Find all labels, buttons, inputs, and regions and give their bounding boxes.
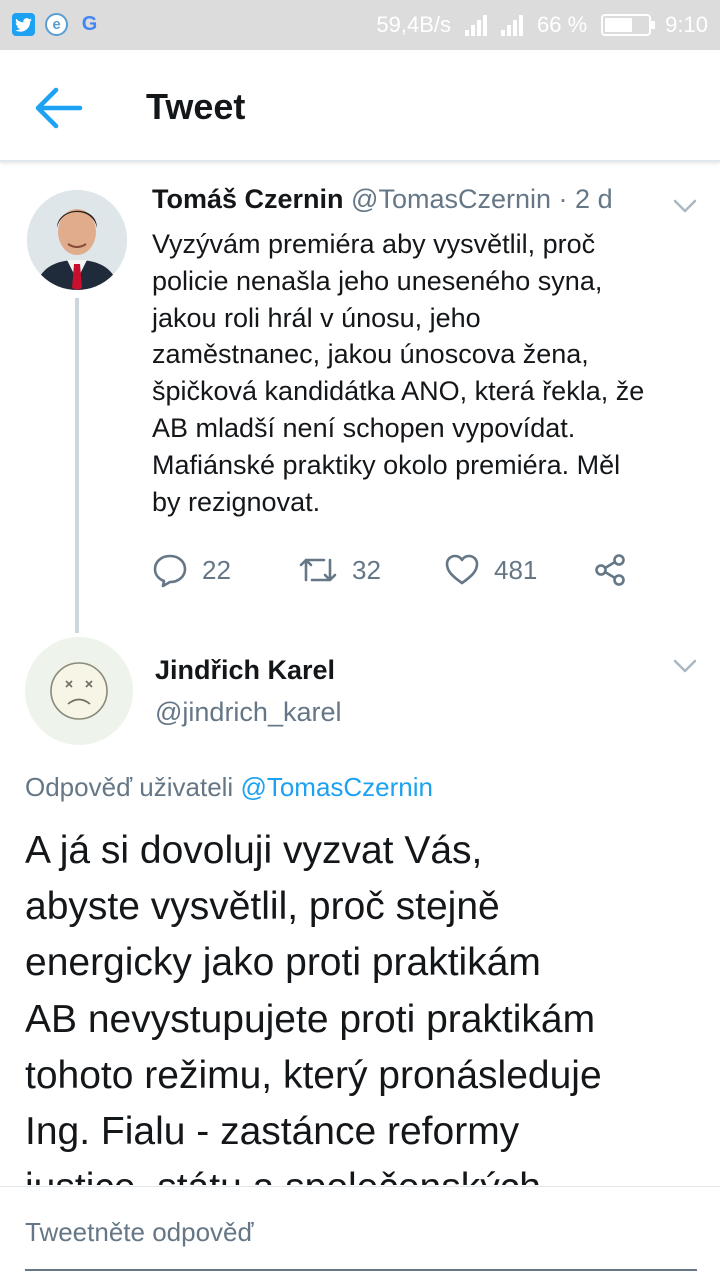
- google-icon: G: [81, 13, 98, 35]
- back-button[interactable]: [32, 86, 84, 130]
- reply-icon: [153, 554, 187, 588]
- page-title: Tweet: [146, 86, 246, 127]
- tweet-time: 2 d: [575, 184, 613, 214]
- tweet-actions: 22 32 481: [152, 552, 652, 596]
- person-avatar-icon: [27, 190, 127, 290]
- app-header: Tweet: [0, 50, 720, 162]
- tweet-text-line: by rezignovat.: [152, 486, 321, 517]
- reply-text: A já si dovoluji vyzvat Vás, abyste vysv…: [25, 823, 705, 1185]
- tweet-text-line: policie nenašla jeho uneseného syna,: [152, 265, 603, 296]
- author-handle[interactable]: @TomasCzernin: [351, 184, 551, 214]
- reply-text-line: justice, státu a společenských: [25, 1160, 705, 1185]
- reply-text-container: A já si dovoluji vyzvat Vás, abyste vysv…: [25, 823, 705, 1185]
- sick-face-avatar-icon: [27, 639, 131, 743]
- separator-dot: ·: [558, 184, 568, 214]
- tweet-text-line: zaměstnanec, jakou únoscova žena,: [152, 339, 589, 370]
- notification-icons: e G: [12, 13, 101, 36]
- tweet-header: Tomáš Czernin @TomasCzernin · 2 d: [152, 184, 613, 215]
- replying-to: Odpověď uživateli @TomasCzernin: [25, 772, 433, 803]
- system-indicators: 59,4B/s 66 % 9:10: [376, 12, 708, 38]
- replying-to-mention[interactable]: @TomasCzernin: [240, 772, 433, 802]
- compose-reply-input[interactable]: Tweetněte odpověď: [25, 1217, 253, 1248]
- reply-text-line: tohoto režimu, který pronásleduje: [25, 1053, 602, 1097]
- author-avatar[interactable]: [27, 190, 127, 290]
- arrow-left-icon: [35, 87, 83, 129]
- reply-author-handle[interactable]: @jindrich_karel: [155, 697, 341, 728]
- reply-author-avatar[interactable]: [25, 637, 133, 745]
- chevron-down-icon[interactable]: [673, 199, 697, 213]
- author-name[interactable]: Tomáš Czernin: [152, 184, 344, 214]
- reply-text-line: AB nevystupujete proti praktikám: [25, 997, 596, 1041]
- reply-chevron-down-icon[interactable]: [673, 659, 697, 673]
- like-button[interactable]: 481: [444, 552, 537, 588]
- tweet-text-line: Vyzývám premiéra aby vysvětlil, proč: [152, 229, 596, 259]
- thread-connector: [75, 298, 79, 633]
- status-bar: e G 59,4B/s 66 % 9:10: [0, 0, 720, 50]
- e-icon: e: [45, 13, 68, 36]
- reply-button[interactable]: 22: [152, 552, 231, 588]
- tweet-text-line: jakou roli hrál v únosu, jeho: [152, 302, 481, 333]
- replying-to-label: Odpověď uživateli: [25, 772, 234, 802]
- share-button[interactable]: [592, 552, 628, 588]
- reply-text-line: A já si dovoluji vyzvat Vás,: [25, 829, 483, 872]
- tweet-text-line: špičková kandidátka ANO, která řekla, že: [152, 376, 645, 407]
- tweet-text-line: AB mladší není schopen vypovídat.: [152, 412, 576, 443]
- heart-icon: [445, 554, 479, 585]
- battery-percent: 66 %: [537, 12, 588, 37]
- signal-icon-2: [501, 14, 524, 36]
- reply-count: 22: [202, 554, 231, 585]
- retweet-icon: [299, 558, 337, 582]
- tweet-text-line: Mafiánské praktiky okolo premiéra. Měl: [152, 449, 621, 480]
- reply-author-name[interactable]: Jindřich Karel: [155, 655, 335, 686]
- retweet-button[interactable]: 32: [298, 552, 381, 588]
- retweet-count: 32: [352, 554, 381, 585]
- share-icon: [595, 554, 625, 586]
- clock: 9:10: [665, 12, 708, 37]
- twitter-icon: [12, 13, 35, 36]
- network-speed: 59,4B/s: [376, 12, 452, 37]
- reply-text-line: energicky jako proti praktikám: [25, 941, 541, 985]
- tweet-text: Vyzývám premiéra aby vysvětlil, proč pol…: [152, 226, 692, 520]
- compose-reply-bar[interactable]: Tweetněte odpověď: [0, 1186, 720, 1280]
- like-count: 481: [494, 554, 538, 585]
- reply-text-line: Ing. Fialu - zastánce reformy: [25, 1110, 520, 1154]
- reply-text-line: abyste vysvětlil, proč stejně: [25, 885, 500, 929]
- signal-icon: [465, 14, 488, 36]
- battery-icon: [601, 14, 656, 36]
- compose-input-underline: [25, 1269, 697, 1271]
